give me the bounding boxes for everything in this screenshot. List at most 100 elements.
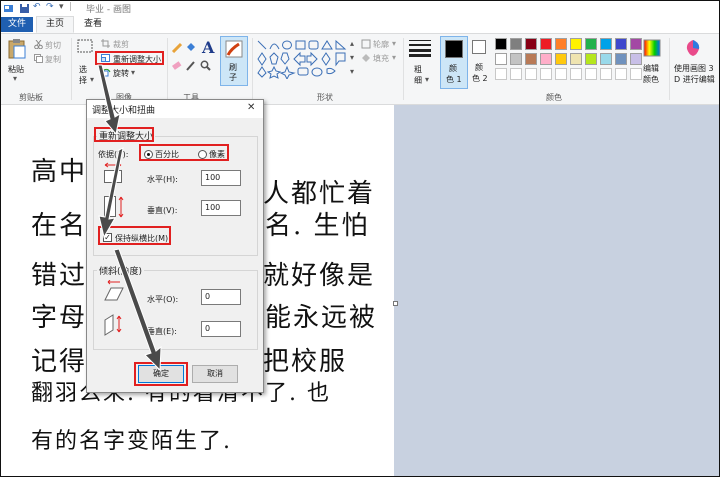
palette-swatch[interactable] bbox=[600, 53, 612, 65]
custom-color-slot[interactable] bbox=[510, 68, 522, 80]
brushes-button[interactable]: 刷 子 bbox=[220, 36, 248, 86]
skew-vertical-input[interactable]: 0 bbox=[201, 321, 241, 337]
group-label-colors: 颜色 bbox=[546, 93, 562, 102]
ribbon-separator bbox=[167, 38, 168, 100]
palette-swatch[interactable] bbox=[570, 53, 582, 65]
custom-color-slot[interactable] bbox=[570, 68, 582, 80]
paint3d-button[interactable]: 使用画图 3 bbox=[674, 63, 714, 74]
palette-swatch[interactable] bbox=[555, 53, 567, 65]
shapes-scroll-down-icon[interactable]: ▾ bbox=[350, 53, 354, 62]
custom-color-slot[interactable] bbox=[600, 68, 612, 80]
fill-shape-button[interactable]: 填充 bbox=[373, 53, 389, 64]
magnifier-icon[interactable] bbox=[200, 60, 211, 71]
palette-swatch[interactable] bbox=[525, 38, 537, 50]
paste-dropdown-icon[interactable]: ▾ bbox=[13, 74, 17, 83]
palette-swatch[interactable] bbox=[615, 53, 627, 65]
pencil-icon[interactable] bbox=[171, 42, 182, 53]
basis-highlight bbox=[139, 144, 229, 161]
palette-swatch[interactable] bbox=[630, 38, 642, 50]
resize-legend-highlight bbox=[94, 127, 154, 142]
undo-icon[interactable]: ↶ bbox=[33, 2, 41, 14]
palette-swatch[interactable] bbox=[555, 38, 567, 50]
vertical-label: 垂直(V): bbox=[147, 206, 178, 215]
select-dropdown-icon[interactable]: ▾ bbox=[90, 75, 94, 84]
customize-quick-access-icon[interactable]: ▾ bbox=[59, 2, 64, 14]
shapes-scroll-up-icon[interactable]: ▴ bbox=[350, 39, 354, 48]
palette-swatch[interactable] bbox=[495, 53, 507, 65]
palette-swatch[interactable] bbox=[510, 53, 522, 65]
cut-icon bbox=[34, 40, 43, 49]
palette-swatch[interactable] bbox=[615, 38, 627, 50]
fill-dropdown-icon[interactable]: ▾ bbox=[392, 53, 396, 62]
copy-button[interactable]: 复制 bbox=[45, 54, 61, 65]
dialog-title-bar: 调整大小和扭曲 ✕ bbox=[87, 100, 263, 118]
vertical-resize-icon bbox=[104, 196, 124, 218]
size-dropdown-icon[interactable]: ▾ bbox=[425, 75, 429, 84]
fill-icon[interactable] bbox=[185, 42, 196, 53]
custom-color-slot[interactable] bbox=[630, 68, 642, 80]
edit-colors-button[interactable]: 编辑 bbox=[643, 63, 659, 74]
select-button[interactable]: 选 bbox=[79, 64, 87, 75]
outline-dropdown-icon[interactable]: ▾ bbox=[392, 39, 396, 48]
rotate-dropdown-icon[interactable]: ▾ bbox=[131, 68, 135, 77]
palette-swatch[interactable] bbox=[495, 38, 507, 50]
custom-color-slot[interactable] bbox=[525, 68, 537, 80]
palette-swatch[interactable] bbox=[570, 38, 582, 50]
handwriting-line: 错过 bbox=[31, 261, 88, 291]
cut-button[interactable]: 剪切 bbox=[45, 40, 61, 51]
crop-button[interactable]: 裁剪 bbox=[113, 39, 129, 50]
shapes-gallery[interactable] bbox=[256, 39, 348, 79]
tab-file[interactable]: 文件 bbox=[1, 17, 33, 32]
window-title: 毕业 - 画图 bbox=[86, 5, 131, 15]
custom-color-slot[interactable] bbox=[615, 68, 627, 80]
palette-swatch[interactable] bbox=[510, 38, 522, 50]
select-icon[interactable] bbox=[77, 39, 93, 55]
edit-colors-icon[interactable] bbox=[643, 39, 661, 57]
color1-button[interactable]: 颜 色 1 bbox=[440, 36, 468, 89]
skew-horizontal-input[interactable]: 0 bbox=[201, 289, 241, 305]
horizontal-input[interactable]: 100 bbox=[201, 170, 241, 186]
vertical-input[interactable]: 100 bbox=[201, 200, 241, 216]
rotate-button[interactable]: 旋转 bbox=[113, 68, 129, 79]
skew-legend: 倾斜(角度) bbox=[97, 264, 145, 277]
handwriting-line: 名. 生怕 bbox=[265, 211, 370, 241]
palette-swatch[interactable] bbox=[585, 38, 597, 50]
size-button[interactable]: 粗 bbox=[414, 64, 422, 75]
paint-window: ↶ ↷ ▾ | 毕业 - 画图 文件 主页 查看 粘贴 ▾ 剪切 复制 剪贴板 … bbox=[0, 0, 720, 477]
ok-highlight bbox=[134, 362, 188, 386]
keep-ratio-highlight bbox=[98, 226, 171, 245]
palette-swatch[interactable] bbox=[525, 53, 537, 65]
tab-view[interactable]: 查看 bbox=[76, 17, 110, 32]
save-icon[interactable] bbox=[19, 3, 30, 14]
redo-icon[interactable]: ↷ bbox=[46, 2, 54, 14]
color1-swatch bbox=[445, 40, 463, 58]
custom-color-slot[interactable] bbox=[540, 68, 552, 80]
custom-color-slot[interactable] bbox=[555, 68, 567, 80]
text-tool-icon[interactable]: A bbox=[202, 38, 214, 57]
custom-color-slot[interactable] bbox=[585, 68, 597, 80]
ribbon-separator bbox=[252, 38, 253, 100]
palette-swatch[interactable] bbox=[630, 53, 642, 65]
fill-shape-icon bbox=[362, 54, 370, 62]
close-icon[interactable]: ✕ bbox=[247, 102, 255, 113]
palette-swatch[interactable] bbox=[540, 38, 552, 50]
palette-swatch[interactable] bbox=[585, 53, 597, 65]
cancel-button[interactable]: 取消 bbox=[192, 365, 238, 383]
paste-icon[interactable] bbox=[7, 38, 27, 60]
outline-button[interactable]: 轮廓 bbox=[373, 39, 389, 50]
paint3d-icon[interactable] bbox=[685, 39, 701, 57]
tab-home[interactable]: 主页 bbox=[36, 16, 74, 33]
color-picker-icon[interactable] bbox=[185, 60, 196, 71]
paint3d-button-line2: D 进行编辑 bbox=[674, 75, 715, 84]
skew-vertical-label: 垂直(E): bbox=[147, 327, 177, 336]
palette-swatch[interactable] bbox=[600, 38, 612, 50]
palette-swatch[interactable] bbox=[540, 53, 552, 65]
custom-color-slot[interactable] bbox=[495, 68, 507, 80]
eraser-icon[interactable] bbox=[171, 60, 182, 71]
size-icon[interactable] bbox=[409, 39, 431, 57]
group-label-clipboard: 剪贴板 bbox=[19, 93, 43, 102]
color2-label: 颜 bbox=[475, 63, 483, 72]
color2-swatch[interactable] bbox=[472, 40, 486, 54]
canvas-resize-handle[interactable] bbox=[393, 301, 398, 306]
shapes-more-icon[interactable]: ▾ bbox=[350, 67, 354, 76]
